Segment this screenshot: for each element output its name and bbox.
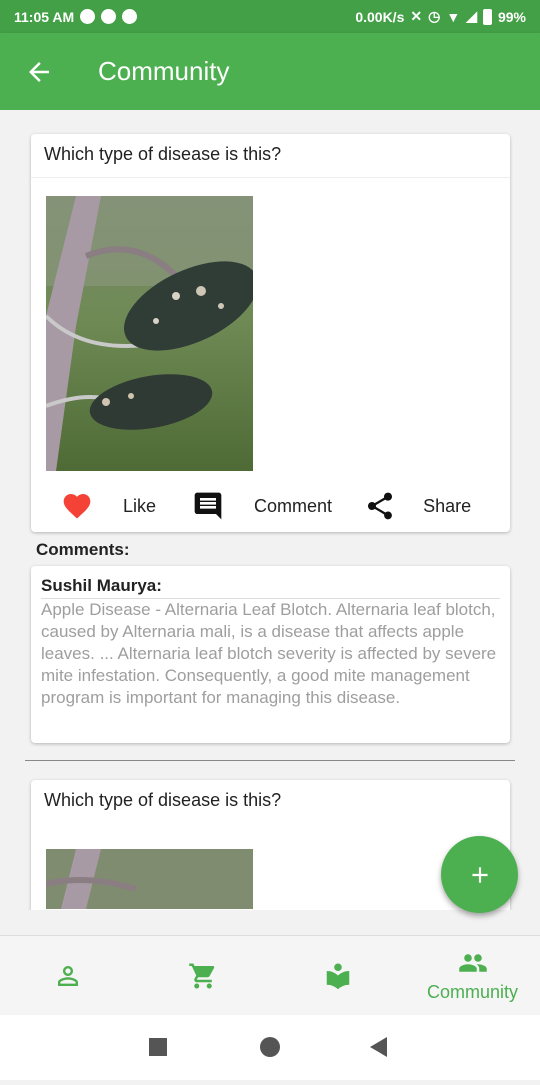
book-icon <box>326 963 349 989</box>
recents-icon[interactable] <box>149 1038 167 1056</box>
android-icon <box>122 9 138 24</box>
home-icon[interactable] <box>260 1037 280 1057</box>
status-time: 11:05 AM <box>14 8 75 25</box>
nav-cart[interactable] <box>135 936 270 1015</box>
wifi-icon: ▼ <box>446 8 461 25</box>
back-icon[interactable] <box>370 1037 387 1057</box>
share-icon[interactable] <box>364 490 396 522</box>
comment-icon[interactable] <box>192 490 224 522</box>
mute-icon: ✕ <box>410 8 423 24</box>
notification-icon <box>80 9 96 24</box>
gmail-icon <box>101 9 117 24</box>
signal-icon: ◢ <box>466 8 477 24</box>
battery-level: 99% <box>497 8 526 25</box>
nav-learn[interactable] <box>270 936 405 1015</box>
plus-icon <box>471 866 488 883</box>
post-actions: Like Comment Share <box>31 486 510 526</box>
add-post-button[interactable] <box>441 836 518 913</box>
comment-card: Sushil Maurya: Apple Disease - Alternari… <box>31 566 510 743</box>
nav-community-label: Community <box>426 982 519 1002</box>
person-icon <box>57 965 78 986</box>
back-arrow-icon[interactable] <box>24 57 54 87</box>
post-image[interactable] <box>46 849 253 909</box>
nav-profile[interactable] <box>0 936 135 1015</box>
post-question: Which type of disease is this? <box>44 790 282 810</box>
post-card: Which type of disease is this? <box>31 780 510 910</box>
network-speed: 0.00K/s <box>355 8 405 25</box>
bottom-navigation: Community <box>0 935 540 1015</box>
like-button[interactable]: Like <box>123 496 156 517</box>
status-bar: 11:05 AM 0.00K/s ✕ ◷ ▼ ◢ 99% <box>0 0 540 33</box>
cart-icon <box>188 963 214 988</box>
people-icon <box>458 954 487 972</box>
alarm-icon: ◷ <box>428 8 441 24</box>
post-image[interactable] <box>46 196 253 471</box>
comment-text: Apple Disease - Alternaria Leaf Blotch. … <box>41 600 497 707</box>
community-feed[interactable]: Which type of disease is this? Like Comm… <box>0 110 540 910</box>
comments-label: Comments: <box>36 540 130 559</box>
page-title: Community <box>98 56 230 86</box>
share-button[interactable]: Share <box>423 496 471 517</box>
comment-author: Sushil Maurya: <box>41 576 162 595</box>
app-bar: Community <box>0 33 540 110</box>
post-card: Which type of disease is this? <box>31 134 510 532</box>
comment-button[interactable]: Comment <box>254 496 332 517</box>
system-navigation-bar <box>0 1015 540 1080</box>
heart-icon[interactable] <box>61 490 93 522</box>
nav-community[interactable]: Community <box>405 936 540 1015</box>
post-question: Which type of disease is this? <box>31 134 510 178</box>
post-divider <box>25 760 515 761</box>
battery-icon <box>482 8 492 25</box>
